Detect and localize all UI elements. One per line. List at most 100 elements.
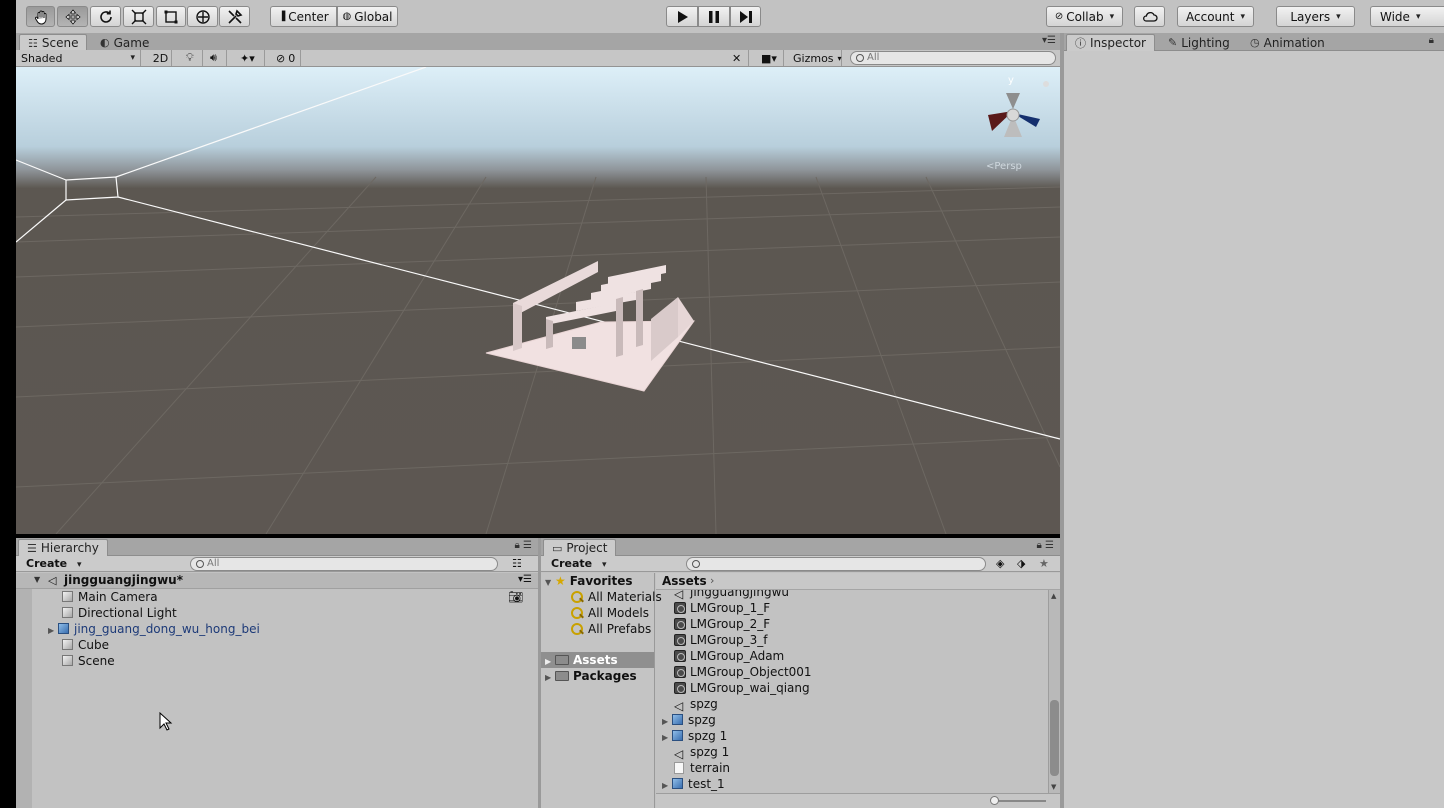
scene-menu-icon[interactable]: ▾☰ (518, 574, 532, 585)
filter-by-label-icon[interactable]: ⬗ (1017, 557, 1025, 570)
project-folder-tree: ▼ ★ Favorites All Materials All Models All… (541, 573, 662, 808)
asset-item[interactable]: LMGroup_1_F (674, 600, 770, 616)
scene-tools-button[interactable]: ✕ (727, 50, 749, 66)
assets-node[interactable]: ▶ Assets (541, 652, 654, 668)
filter-icon[interactable]: ☷ (512, 557, 522, 570)
tab-inspector[interactable]: ⓘ Inspector (1066, 34, 1155, 51)
step-button[interactable] (730, 6, 761, 27)
camera-dropdown[interactable]: ■▾ (756, 50, 784, 66)
hidden-objects-toggle[interactable]: ⊘ 0 (271, 50, 301, 66)
hierarchy-menu-icon[interactable]: 🔒︎ ☰ (515, 540, 532, 551)
project-menu-icon[interactable]: 🔒︎ ☰ (1037, 540, 1054, 551)
icon-size-slider-track[interactable] (994, 800, 1046, 802)
asset-item[interactable]: LMGroup_2_F (674, 616, 770, 632)
favorites-node[interactable]: ▼ ★ Favorites (545, 573, 632, 589)
expand-arrow-icon[interactable]: ▶ (545, 670, 555, 686)
asset-item[interactable]: LMGroup_Adam (674, 648, 784, 664)
filter-by-type-icon[interactable]: ◈ (996, 557, 1004, 570)
rect-tool-button[interactable] (156, 6, 186, 27)
orientation-gizmo[interactable] (978, 75, 1048, 165)
star-icon[interactable]: ★ (1039, 557, 1049, 570)
layout-dropdown[interactable]: Wide (1370, 6, 1444, 27)
gizmos-dropdown[interactable]: Gizmos ▾ (788, 50, 842, 66)
expand-arrow-icon[interactable]: ▶ (662, 730, 672, 746)
play-button[interactable] (666, 6, 698, 27)
lock-icon[interactable]: 🔒︎ (1429, 35, 1434, 46)
asset-item[interactable]: terrain (674, 760, 730, 776)
custom-tool-button[interactable] (219, 6, 250, 27)
asset-item[interactable]: ◁ spzg 1 (674, 744, 729, 761)
scene-search-input[interactable]: All (850, 51, 1056, 65)
pivot-center-button[interactable]: ▐ Center (270, 6, 337, 27)
breadcrumb-assets[interactable]: Assets (662, 574, 707, 588)
asset-item[interactable]: ◁ spzg (674, 696, 718, 713)
packages-node[interactable]: ▶ Packages (545, 668, 637, 684)
hierarchy-item[interactable]: Main Camera (62, 589, 158, 605)
draw-mode-dropdown[interactable]: Shaded (16, 50, 141, 66)
asset-item[interactable]: ▶ spzg 1 (662, 728, 727, 744)
asset-item[interactable]: LMGroup_3_f (674, 632, 767, 648)
tab-game[interactable]: ◐ Game (92, 34, 157, 51)
cloud-button[interactable] (1134, 6, 1165, 27)
unity-scene-icon: ◁ (48, 574, 57, 587)
hierarchy-item[interactable]: Scene (62, 653, 115, 669)
pause-button[interactable] (698, 6, 730, 27)
lighting-toggle[interactable]: 💡︎ (181, 50, 203, 66)
rotate-tool-button[interactable] (90, 6, 121, 27)
account-label: Account (1186, 9, 1235, 24)
hierarchy-item[interactable]: Directional Light (62, 605, 177, 621)
pause-icon (709, 10, 719, 23)
scene-panel-menu-icon[interactable]: ▾☰ (1042, 35, 1056, 46)
tab-scene[interactable]: ☷ Scene (19, 34, 88, 51)
effects-dropdown[interactable]: ✦▾ (235, 50, 265, 66)
favorite-item[interactable]: All Materials (571, 589, 662, 605)
hierarchy-gutter (16, 589, 32, 808)
favorite-item[interactable]: All Models (571, 605, 649, 621)
prefab-icon (58, 623, 69, 634)
asset-list-scrollbar[interactable]: ▲ ▼ (1048, 590, 1060, 793)
tab-animation[interactable]: ◷ Animation (1242, 34, 1333, 51)
asset-item[interactable]: ◁ jingguangjingwu (674, 590, 789, 601)
icon-size-slider-handle[interactable] (990, 796, 999, 805)
prefab-icon (672, 714, 683, 725)
layers-dropdown[interactable]: Layers (1276, 6, 1355, 27)
unity-scene-icon: ◁ (674, 747, 684, 761)
persp-label[interactable]: <Persp (986, 161, 1022, 172)
audio-toggle[interactable]: 🔊︎ (205, 50, 227, 66)
scene-header-row[interactable]: ▼ ◁ jingguangjingwu* ▾☰ (16, 573, 538, 589)
scrollbar-thumb[interactable] (1050, 700, 1059, 776)
tab-project[interactable]: ▭ Project (543, 539, 617, 556)
scroll-up-icon[interactable]: ▲ (1051, 592, 1056, 600)
scroll-down-icon[interactable]: ▼ (1051, 783, 1056, 791)
asset-item[interactable]: ▶ test_1 (662, 776, 725, 792)
asset-item-label: LMGroup_Object001 (690, 665, 812, 679)
scale-tool-button[interactable] (123, 6, 154, 27)
asset-item[interactable]: LMGroup_wai_qiang (674, 680, 810, 696)
expand-arrow-icon[interactable]: ▼ (34, 575, 40, 584)
hand-tool-button[interactable] (26, 6, 55, 27)
scene-viewport[interactable]: y <Persp (16, 67, 1060, 534)
2d-toggle[interactable]: 2D (150, 50, 172, 66)
hierarchy-create-button[interactable]: Create (26, 557, 81, 570)
lightmap-icon (674, 634, 686, 646)
expand-arrow-icon[interactable]: ▶ (662, 778, 672, 793)
expand-arrow-icon[interactable]: ▼ (545, 575, 555, 591)
hierarchy-item[interactable]: Cube (62, 637, 109, 653)
tab-lighting[interactable]: ✎ Lighting (1160, 34, 1238, 51)
tab-hierarchy[interactable]: ☰ Hierarchy (18, 539, 108, 556)
asset-item[interactable]: LMGroup_Object001 (674, 664, 812, 680)
project-search-input[interactable] (686, 557, 986, 571)
move-tool-button[interactable] (57, 6, 88, 27)
expand-arrow-icon[interactable]: ▶ (48, 623, 58, 639)
account-dropdown[interactable]: Account (1177, 6, 1254, 27)
collab-dropdown[interactable]: ⊘ Collab (1046, 6, 1123, 27)
hierarchy-item[interactable]: ▶ jing_guang_dong_wu_hong_bei (48, 621, 260, 637)
hierarchy-search-input[interactable]: All (190, 557, 498, 571)
transform-tool-button[interactable] (187, 6, 218, 27)
favorite-item[interactable]: All Prefabs (571, 621, 651, 637)
project-create-button[interactable]: Create (551, 557, 606, 570)
gizmo-lock-dot[interactable] (1043, 81, 1049, 87)
asset-item[interactable]: ▶ spzg (662, 712, 716, 728)
lightmap-icon (674, 602, 686, 614)
pivot-global-button[interactable]: ◍ Global (337, 6, 398, 27)
